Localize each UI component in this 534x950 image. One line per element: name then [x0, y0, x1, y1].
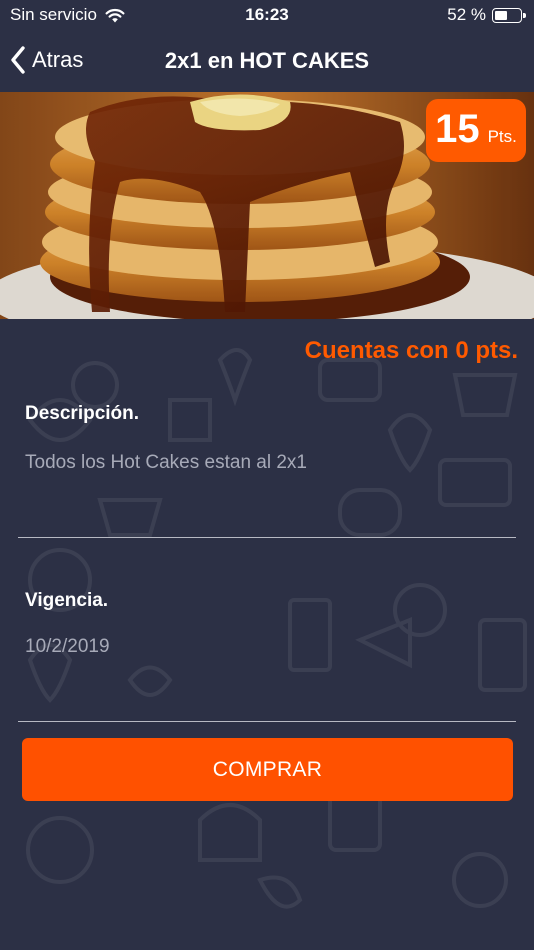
battery-level	[495, 10, 507, 20]
offer-image: 15 Pts.	[0, 92, 534, 319]
points-value: 15	[435, 107, 480, 151]
battery-percent: 52 %	[447, 5, 486, 24]
page-title: 2x1 en HOT CAKES	[164, 48, 370, 73]
points-balance: Cuentas con 0 pts.	[304, 337, 518, 364]
status-right: 52 %	[447, 5, 526, 25]
validity-divider	[18, 721, 516, 722]
points-unit: Pts.	[487, 127, 517, 146]
status-bar: Sin servicio 16:23 52 %	[0, 0, 534, 30]
validity-label: Vigencia.	[25, 590, 109, 611]
description-label: Descripción.	[25, 403, 140, 424]
points-cost-badge: 15 Pts.	[426, 99, 526, 162]
description-divider	[18, 537, 516, 538]
description-value: Todos los Hot Cakes estan al 2x1	[25, 452, 307, 473]
validity-value: 10/2/2019	[25, 636, 110, 657]
navigation-bar: Atras 2x1 en HOT CAKES	[0, 30, 534, 92]
buy-button[interactable]: COMPRAR	[22, 738, 513, 801]
battery-icon	[492, 7, 526, 23]
battery-cap	[523, 12, 526, 18]
